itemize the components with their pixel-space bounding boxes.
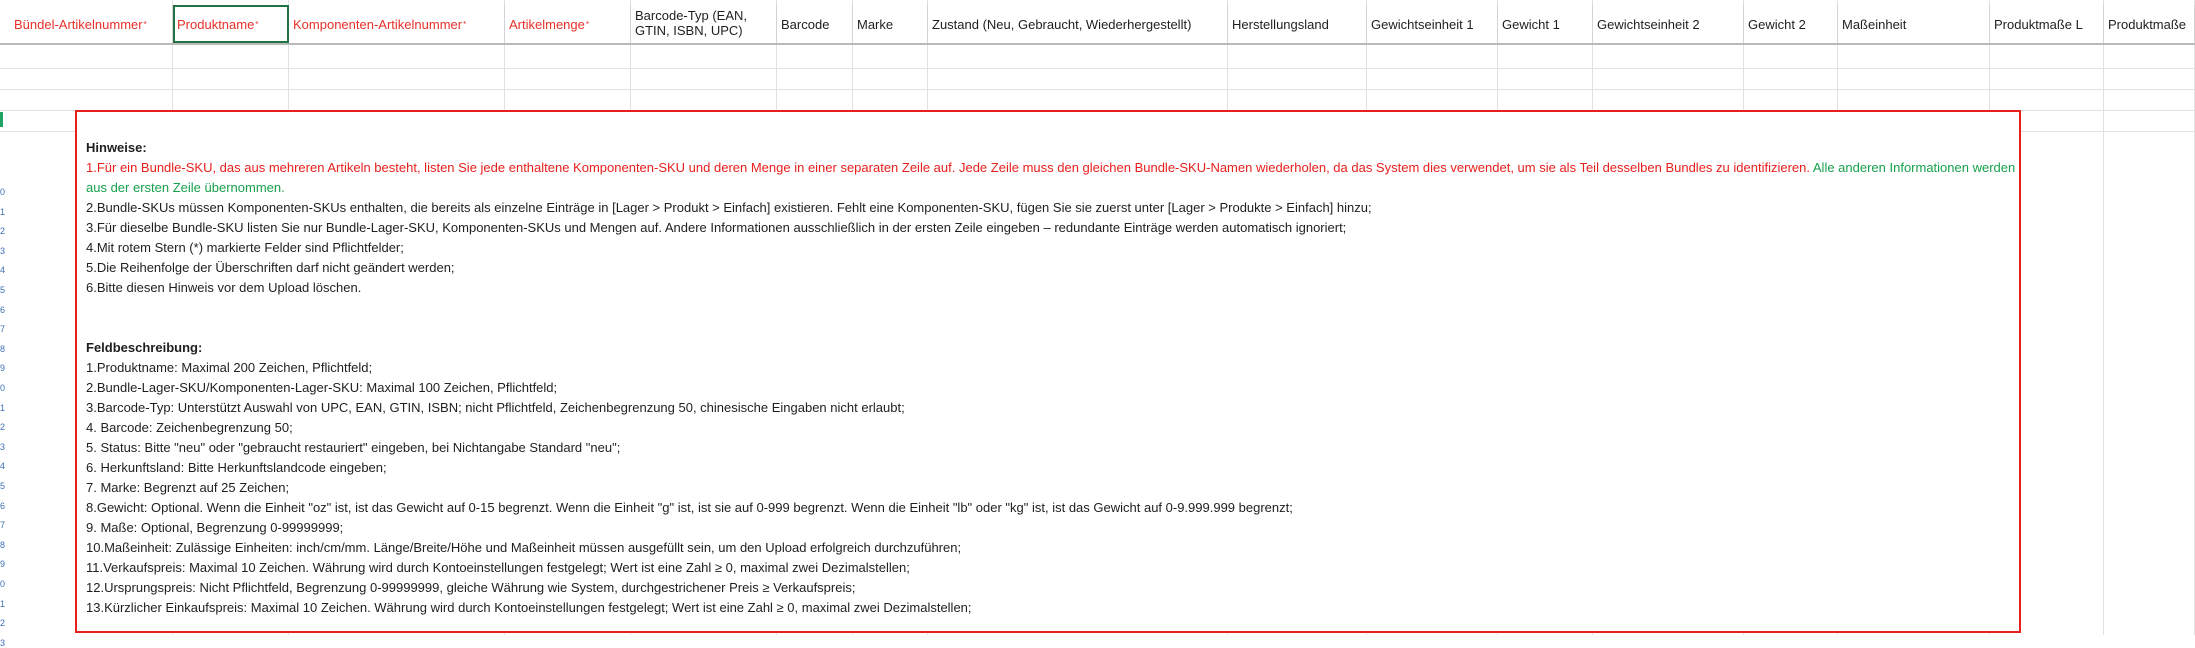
row-number: 2	[0, 226, 6, 237]
column-header-13[interactable]: Gewicht 2	[1744, 5, 1838, 43]
row-number: 0	[0, 579, 6, 589]
column-header-12[interactable]: Gewichtseinheit 2	[1593, 5, 1744, 43]
field-item-8: 8.Gewicht: Optional. Wenn die Einheit "o…	[86, 500, 1293, 515]
notes-item-1-red: 1.Für ein Bundle-SKU, das aus mehreren A…	[86, 160, 1810, 175]
grid-column-line	[2103, 0, 2104, 635]
field-item-12: 12.Ursprungspreis: Nicht Pflichtfeld, Be…	[86, 580, 856, 595]
notes-item-4: 4.Mit rotem Stern (*) markierte Felder s…	[86, 240, 404, 255]
notes-item-2: 2.Bundle-SKUs müssen Komponenten-SKUs en…	[86, 200, 1372, 215]
field-item-5: 5. Status: Bitte "neu" oder "gebraucht r…	[86, 440, 621, 455]
row-number: 7	[0, 520, 6, 531]
column-header-label: Produktmaße L	[1994, 16, 2083, 32]
row-number: 3	[0, 637, 6, 648]
row-number: 8	[0, 539, 6, 550]
column-header-label: Komponenten-Artikelnummer	[293, 16, 463, 32]
row-number: 2	[0, 618, 6, 629]
column-header-3[interactable]: Komponenten-Artikelnummer *	[289, 5, 505, 43]
field-description-title: Feldbeschreibung:	[86, 340, 203, 355]
row-number: 0	[0, 383, 6, 393]
column-header-1[interactable]: Bündel-Artikelnummer *	[10, 5, 173, 43]
column-header-9[interactable]: Herstellungsland	[1228, 5, 1367, 43]
column-header-8[interactable]: Zustand (Neu, Gebraucht, Wiederhergestel…	[928, 5, 1228, 43]
field-item-7: 7. Marke: Begrenzt auf 25 Zeichen;	[86, 480, 290, 495]
row-number: 9	[0, 559, 6, 570]
notes-item-6: 6.Bitte diesen Hinweis vor dem Upload lö…	[86, 280, 362, 295]
row-number: 5	[0, 285, 6, 295]
field-item-9: 9. Maße: Optional, Begrenzung 0-99999999…	[86, 520, 344, 535]
notes-item-3: 3.Für dieselbe Bundle-SKU listen Sie nur…	[86, 220, 1347, 235]
field-item-10: 10.Maßeinheit: Zulässige Einheiten: inch…	[86, 540, 962, 555]
notes-item-5: 5.Die Reihenfolge der Überschriften darf…	[86, 260, 455, 275]
row-number: 6	[0, 304, 6, 315]
field-item-1: 1.Produktname: Maximal 200 Zeichen, Pfli…	[86, 360, 373, 375]
column-header-label: Gewicht 1	[1502, 16, 1560, 32]
row-number: 4	[0, 265, 6, 276]
row-number: 6	[0, 500, 6, 511]
field-item-4: 4. Barcode: Zeichenbegrenzung 50;	[86, 420, 293, 435]
notes-box[interactable]: Hinweise: 1.Für ein Bundle-SKU, das aus …	[75, 110, 2021, 633]
field-item-6: 6. Herkunftsland: Bitte Herkunftslandcod…	[86, 460, 387, 475]
column-header-label: Zustand (Neu, Gebraucht, Wiederhergestel…	[932, 16, 1192, 32]
row-number: 5	[0, 481, 6, 491]
grid-row-line	[0, 89, 2195, 90]
required-star: *	[255, 19, 259, 29]
column-header-label: Bündel-Artikelnummer	[14, 16, 143, 32]
column-header-4[interactable]: Artikelmenge *	[505, 5, 631, 43]
field-item-3: 3.Barcode-Typ: Unterstützt Auswahl von U…	[86, 400, 905, 415]
column-header-6[interactable]: Barcode	[777, 5, 853, 43]
column-header-7[interactable]: Marke	[853, 5, 928, 43]
row-number: 8	[0, 343, 6, 354]
column-header-label: Produktname	[177, 16, 255, 32]
row-number: 2	[0, 422, 6, 433]
column-header-11[interactable]: Gewicht 1	[1498, 5, 1593, 43]
column-header-label: Barcode	[781, 16, 830, 32]
column-header-row: Bündel-Artikelnummer * Produktname * Kompone…	[0, 5, 2195, 45]
column-header-label: Marke	[857, 16, 894, 32]
row-number: 9	[0, 363, 6, 374]
row-number: 1	[0, 206, 6, 217]
column-header-label: Artikelmenge	[509, 16, 585, 32]
column-header-label: Gewichtseinheit 1	[1371, 16, 1474, 32]
field-item-11: 11.Verkaufspreis: Maximal 10 Zeichen. Wä…	[86, 560, 910, 575]
row-number: 3	[0, 441, 6, 452]
column-header-10[interactable]: Gewichtseinheit 1	[1367, 5, 1498, 43]
notes-spacer	[86, 298, 2019, 338]
column-header-label: Gewichtseinheit 2	[1597, 16, 1700, 32]
notes-title: Hinweise:	[86, 140, 147, 155]
required-star: *	[585, 19, 589, 29]
row-number: 0	[0, 187, 6, 197]
row-number: 1	[0, 402, 6, 413]
column-header-label: Herstellungsland	[1232, 16, 1329, 32]
row-number: 3	[0, 245, 6, 256]
row-number: 1	[0, 598, 6, 609]
column-header-14[interactable]: Maßeinheit	[1838, 5, 1990, 43]
column-header-label: Produktmaße	[2108, 16, 2187, 32]
field-item-13: 13.Kürzlicher Einkaufspreis: Maximal 10 …	[86, 600, 972, 615]
column-header-label: Barcode-Typ (EAN, GTIN, ISBN, UPC)	[635, 8, 747, 38]
row-number: 7	[0, 324, 6, 335]
column-header-label: Gewicht 2	[1748, 16, 1806, 32]
grid-row-line	[0, 68, 2195, 69]
column-header-16[interactable]: Produktmaße	[2104, 5, 2195, 43]
column-header-5[interactable]: Barcode-Typ (EAN, GTIN, ISBN, UPC)	[631, 5, 777, 43]
column-header-15[interactable]: Produktmaße L	[1990, 5, 2104, 43]
column-header-label: Maßeinheit	[1842, 16, 1907, 32]
row-number: 4	[0, 461, 6, 472]
required-star: *	[463, 19, 467, 29]
active-row-indicator	[0, 112, 3, 127]
column-header-2[interactable]: Produktname *	[173, 5, 289, 43]
required-star: *	[143, 19, 147, 29]
notes-item-1: 1.Für ein Bundle-SKU, das aus mehreren A…	[86, 158, 2019, 198]
field-item-2: 2.Bundle-Lager-SKU/Komponenten-Lager-SKU…	[86, 380, 558, 395]
